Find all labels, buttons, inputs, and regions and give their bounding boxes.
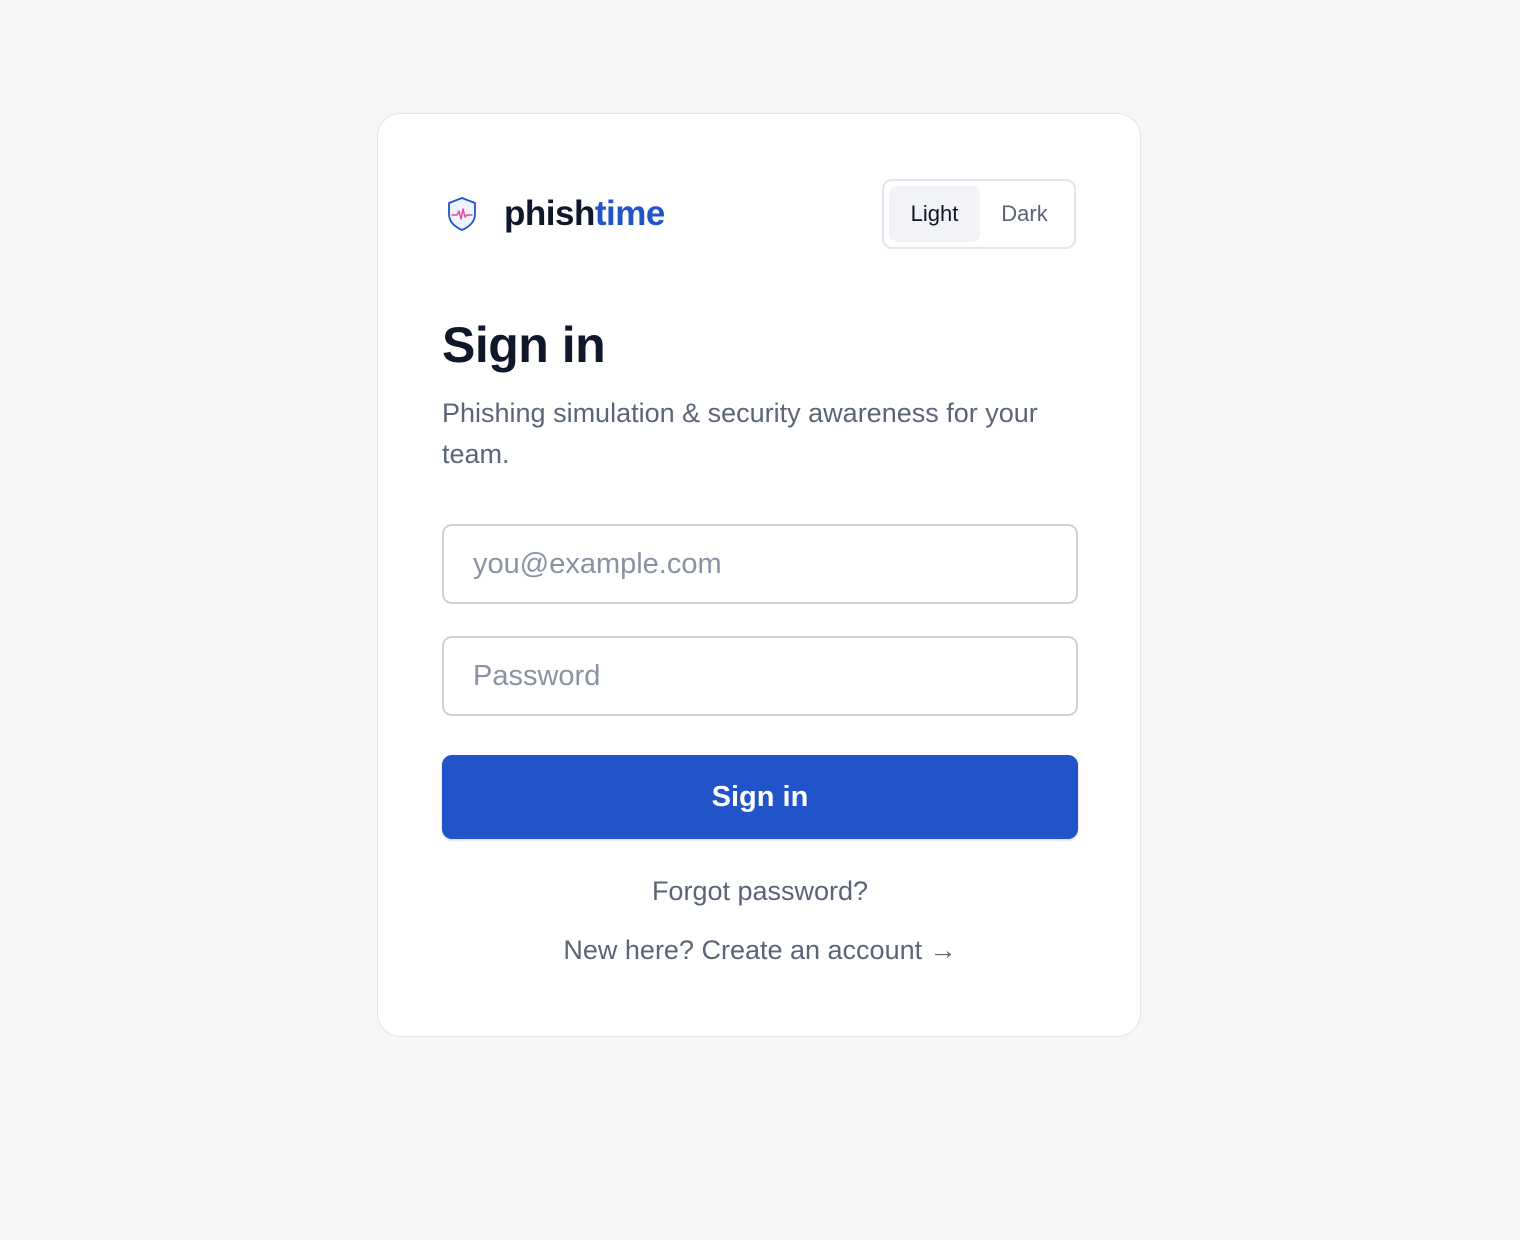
card-header: phishtime Light Dark [442,179,1076,249]
brand-name-part2: time [594,194,665,233]
brand-logo: phishtime [442,179,665,249]
password-field[interactable] [442,636,1078,716]
theme-dark-button[interactable]: Dark [980,186,1069,242]
email-field[interactable] [442,524,1078,604]
create-account-link[interactable]: New here? Create an account → [378,935,1142,966]
page-title: Sign in [442,317,606,373]
sign-in-card: phishtime Light Dark Sign in Phishing si… [377,113,1141,1037]
brand-name-part1: phish [504,194,595,233]
shield-heartbeat-icon [442,194,482,234]
brand-name: phishtime [504,194,665,234]
theme-light-button[interactable]: Light [889,186,980,242]
sign-in-button[interactable]: Sign in [442,755,1078,839]
page-subtitle: Phishing simulation & security awareness… [442,398,1038,469]
forgot-password-link[interactable]: Forgot password? [378,876,1142,907]
theme-toggle: Light Dark [882,179,1076,249]
